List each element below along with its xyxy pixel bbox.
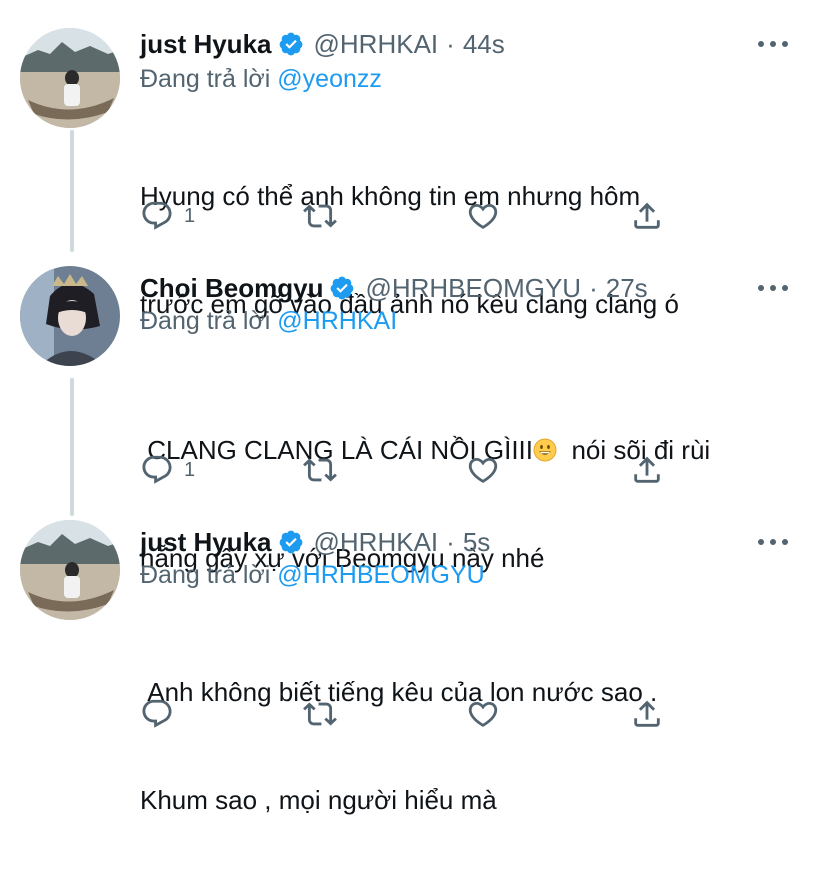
retweet-icon [303,204,337,228]
separator-dot: · [446,29,455,59]
share-button[interactable] [630,694,664,734]
mention-link[interactable]: @HRHKAI [277,307,397,335]
tweet-header: Choi Beomgyu @HRHBEOMGYU · 27s [140,272,648,304]
avatar-hyuka-image [20,520,120,620]
avatar-hyuka-image [20,28,120,128]
tweet-actions [140,694,680,734]
reply-count: 1 [184,458,196,481]
share-button[interactable] [630,196,664,236]
tweet[interactable]: just Hyuka @HRHKAI · 44s Đang trả lời @y… [0,0,828,319]
like-button[interactable] [466,694,500,734]
display-name[interactable]: Choi Beomgyu [140,272,323,304]
tweet-header: just Hyuka @HRHKAI · 5s [140,526,490,558]
handle[interactable]: @HRHKAI [314,28,439,60]
avatar-beomgyu-image [20,266,120,366]
reply-button[interactable] [140,694,184,734]
display-name[interactable]: just Hyuka [140,28,272,60]
reply-icon [142,201,172,230]
reply-button[interactable]: 1 [140,450,195,490]
verified-badge-icon [278,529,304,555]
tweet-actions: 1 [140,450,680,490]
avatar[interactable] [20,520,120,620]
more-dots-icon[interactable] [758,532,788,552]
like-button[interactable] [466,196,500,236]
share-button[interactable] [630,450,664,490]
avatar[interactable] [20,266,120,366]
reply-button[interactable]: 1 [140,196,195,236]
like-icon [468,701,498,727]
share-icon [634,456,660,483]
replying-to: Đang trả lời @yeonzz [140,64,382,94]
verified-badge-icon [329,275,355,301]
separator-dot: · [446,527,455,557]
tweet-header: just Hyuka @HRHKAI · 44s [140,28,505,60]
reply-icon [142,699,172,728]
reply-icon [142,455,172,484]
replying-to: Đang trả lời @HRHBEOMGYU [140,560,485,590]
replying-prefix: Đang trả lời [140,561,271,589]
like-icon [468,203,498,229]
like-icon [468,457,498,483]
more-dots-icon[interactable] [758,278,788,298]
retweet-icon [303,458,337,482]
tweet-text-line: Khum sao , mọi người hiểu mà [140,785,497,815]
mention-link[interactable]: @yeonzz [277,65,382,93]
replying-to: Đang trả lời @HRHKAI [140,306,397,336]
handle[interactable]: @HRHKAI [314,526,439,558]
like-button[interactable] [466,450,500,490]
tweet-text: Anh không biết tiếng kêu của lon nước sa… [140,602,800,890]
retweet-button[interactable] [303,196,337,236]
reply-count: 1 [184,204,196,227]
timestamp[interactable]: 44s [463,28,505,60]
tweet[interactable]: just Hyuka @HRHKAI · 5s Đang trả lời @HR… [0,516,828,815]
tweet-actions: 1 [140,196,680,236]
timestamp[interactable]: 27s [606,272,648,304]
mention-link[interactable]: @HRHBEOMGYU [277,561,484,589]
separator-dot: · [589,273,598,303]
avatar[interactable] [20,28,120,128]
timestamp[interactable]: 5s [463,526,490,558]
share-icon [634,202,660,229]
verified-badge-icon [278,31,304,57]
handle[interactable]: @HRHBEOMGYU [365,272,581,304]
retweet-icon [303,702,337,726]
replying-prefix: Đang trả lời [140,307,271,335]
replying-prefix: Đang trả lời [140,65,271,93]
retweet-button[interactable] [303,694,337,734]
share-icon [634,700,660,727]
retweet-button[interactable] [303,450,337,490]
display-name[interactable]: just Hyuka [140,526,272,558]
more-dots-icon[interactable] [758,34,788,54]
tweet[interactable]: Choi Beomgyu @HRHBEOMGYU · 27s Đang trả … [0,250,828,573]
